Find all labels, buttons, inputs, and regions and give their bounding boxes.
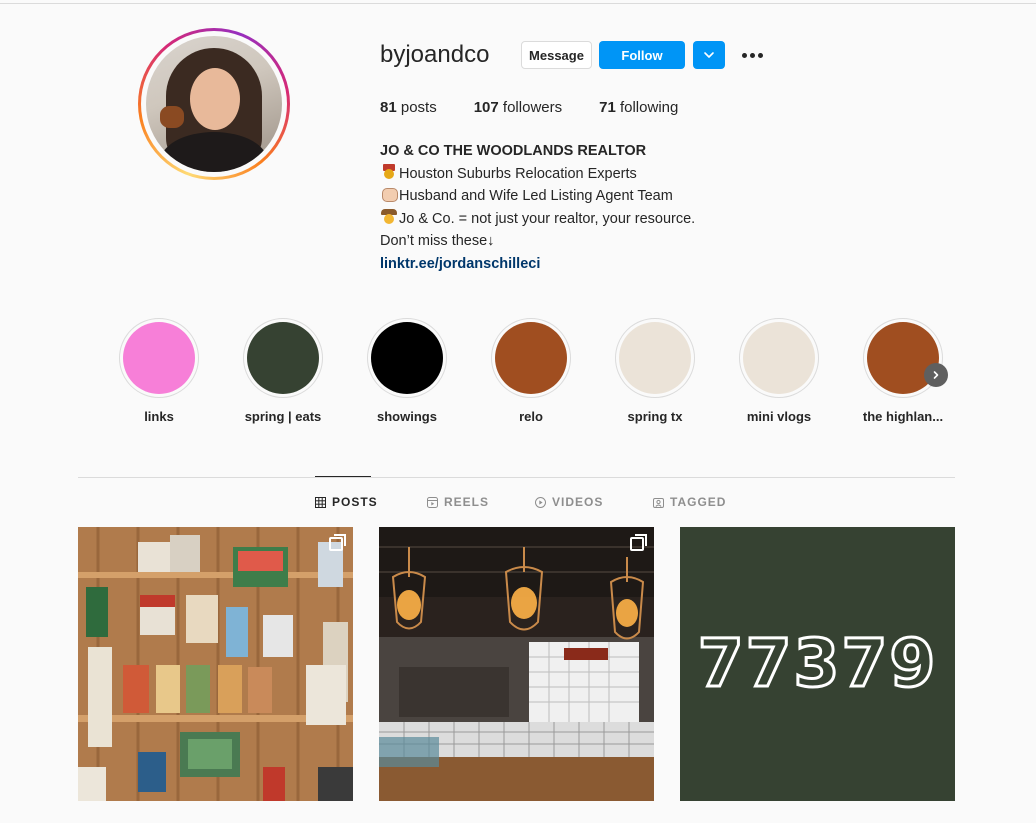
highlight-label: links xyxy=(144,409,174,424)
bio-link[interactable]: linktr.ee/jordanschilleci xyxy=(380,253,695,276)
highlight-label: spring tx xyxy=(627,409,683,424)
reels-icon xyxy=(427,496,438,508)
multiple-images-icon xyxy=(329,534,346,551)
more-options-button[interactable] xyxy=(738,43,766,67)
tab-reels[interactable]: REELS xyxy=(427,495,489,509)
tab-label: POSTS xyxy=(332,495,378,509)
highlight-label: showings xyxy=(377,409,437,424)
highlights-next-button[interactable] xyxy=(924,363,948,387)
highlight-label: spring | eats xyxy=(244,409,322,424)
bio-line: Husband and Wife Led Listing Agent Team xyxy=(380,185,695,208)
bio-line: Don’t miss these↓ xyxy=(380,233,495,249)
profile-bio: JO & CO THE WOODLANDS REALTOR Houston Su… xyxy=(380,140,695,275)
chevron-right-icon xyxy=(933,371,939,379)
highlight-mini-vlogs[interactable]: mini vlogs xyxy=(717,318,841,424)
highlight-cover xyxy=(495,322,567,394)
stat-following[interactable]: 71 following xyxy=(599,99,678,116)
highlight-label: the highlan... xyxy=(862,409,944,424)
tab-label: REELS xyxy=(444,495,490,509)
suggested-dropdown-button[interactable] xyxy=(693,41,725,69)
highlight-cover xyxy=(247,322,319,394)
multiple-images-icon xyxy=(630,534,647,551)
cowboy-icon xyxy=(380,208,398,225)
tab-videos[interactable]: VIDEOS xyxy=(535,495,603,509)
medal-icon xyxy=(380,163,398,180)
highlight-cover xyxy=(371,322,443,394)
grid-icon xyxy=(315,496,326,508)
tab-tagged[interactable]: TAGGED xyxy=(653,495,726,509)
highlight-label: relo xyxy=(519,409,543,424)
post-thumbnail[interactable]: 77379 xyxy=(680,527,955,801)
post-image-shop-wall xyxy=(78,527,353,801)
bio-line: Houston Suburbs Relocation Experts xyxy=(380,163,695,186)
profile-avatar[interactable] xyxy=(138,28,290,180)
stat-followers[interactable]: 107 followers xyxy=(474,99,562,116)
highlight-cover xyxy=(123,322,195,394)
bio-line: Jo & Co. = not just your realtor, your r… xyxy=(380,208,695,231)
tag-icon xyxy=(653,497,664,508)
profile-username: byjoandco xyxy=(380,41,490,68)
dot-icon xyxy=(741,52,747,58)
post-zip-text: 77379 xyxy=(696,624,938,704)
tab-label: VIDEOS xyxy=(552,495,604,509)
post-image-restaurant xyxy=(379,527,654,801)
highlight-spring-eats[interactable]: spring | eats xyxy=(221,318,345,424)
highlight-cover xyxy=(743,322,815,394)
tab-posts[interactable]: POSTS xyxy=(315,495,378,509)
highlight-cover xyxy=(619,322,691,394)
profile-stats: 81 posts 107 followers 71 following xyxy=(380,99,715,116)
highlight-relo[interactable]: relo xyxy=(469,318,593,424)
tabs-divider xyxy=(78,477,955,478)
highlight-showings[interactable]: showings xyxy=(345,318,469,424)
play-icon xyxy=(535,496,546,508)
top-border xyxy=(0,3,1036,4)
post-thumbnail[interactable] xyxy=(78,527,353,801)
active-tab-indicator xyxy=(315,476,371,477)
follow-button[interactable]: Follow xyxy=(599,41,685,69)
chevron-down-icon xyxy=(704,52,714,58)
highlight-label: mini vlogs xyxy=(746,409,812,424)
highlight-links[interactable]: links xyxy=(97,318,221,424)
stat-posts: 81 posts xyxy=(380,99,437,116)
profile-full-name: JO & CO THE WOODLANDS REALTOR xyxy=(380,143,647,159)
message-button[interactable]: Message xyxy=(521,41,592,69)
highlight-spring-tx[interactable]: spring tx xyxy=(593,318,717,424)
tab-label: TAGGED xyxy=(670,495,727,509)
dot-icon xyxy=(757,52,763,58)
post-thumbnail[interactable] xyxy=(379,527,654,801)
dot-icon xyxy=(749,52,755,58)
avatar-photo xyxy=(146,36,282,172)
fist-bump-icon xyxy=(380,186,398,202)
